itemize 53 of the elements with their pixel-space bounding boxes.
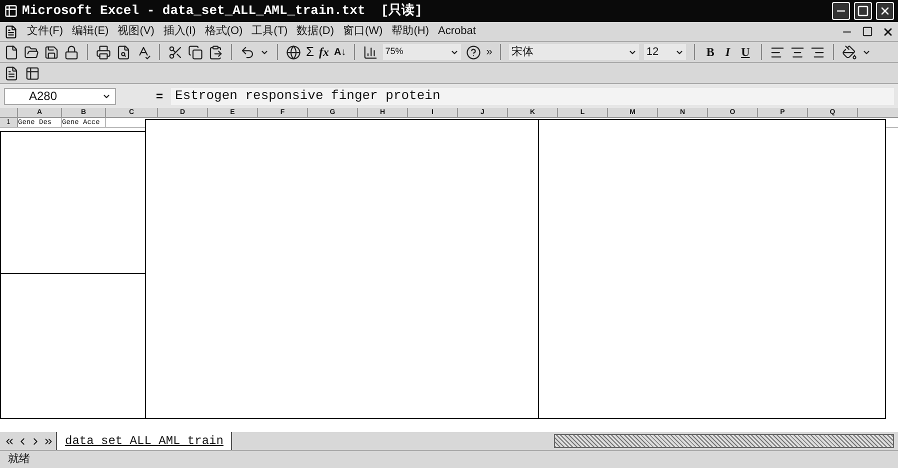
fill-color-icon[interactable] xyxy=(842,44,857,60)
sheet-tab[interactable]: data set ALL AML train xyxy=(56,432,232,450)
menu-item[interactable]: 帮助(H) xyxy=(392,23,429,40)
spreadsheet-icon xyxy=(4,4,18,18)
function-button[interactable]: fx xyxy=(319,43,330,61)
window-title: Microsoft Excel - data_set_ALL_AML_train.txt [只读] xyxy=(22,2,422,20)
document-icon[interactable] xyxy=(4,24,18,38)
printer-icon[interactable] xyxy=(96,44,111,60)
help-icon[interactable] xyxy=(466,44,482,60)
maximize-icon[interactable] xyxy=(857,5,869,17)
more-button[interactable]: » xyxy=(486,44,492,60)
menu-item[interactable]: 编辑(E) xyxy=(72,23,109,40)
folder-icon[interactable] xyxy=(24,44,39,60)
menu-item[interactable]: 插入(I) xyxy=(163,23,196,40)
last-sheet-icon[interactable] xyxy=(43,436,54,446)
horizontal-scrollbar[interactable] xyxy=(554,434,894,448)
restore-icon[interactable] xyxy=(862,26,873,37)
menu-item[interactable]: 工具(T) xyxy=(252,23,288,40)
undo-icon[interactable] xyxy=(240,44,255,60)
chart-icon[interactable] xyxy=(363,44,378,60)
print-preview-icon[interactable] xyxy=(116,44,131,60)
paste-icon[interactable] xyxy=(208,44,223,60)
underline-button[interactable]: U xyxy=(738,43,753,61)
menu-item[interactable]: 数据(D) xyxy=(296,23,334,40)
align-right-icon[interactable] xyxy=(810,44,825,60)
status-text: 就绪 xyxy=(8,452,30,468)
close-icon[interactable] xyxy=(882,26,894,38)
align-center-icon[interactable] xyxy=(790,44,805,60)
menu-item[interactable]: 窗口(W) xyxy=(343,23,383,40)
zoom-dropdown[interactable]: 75% xyxy=(383,44,462,60)
align-left-icon[interactable] xyxy=(770,44,785,60)
formula-field[interactable]: Estrogen responsive finger protein xyxy=(171,88,894,104)
name-box[interactable]: A280 xyxy=(4,88,116,104)
font-size-dropdown[interactable]: 12 xyxy=(644,44,686,60)
menu-item[interactable]: 文件(F) xyxy=(27,23,64,40)
cut-icon[interactable] xyxy=(168,44,183,60)
menu-item[interactable]: Acrobat xyxy=(438,23,476,40)
spelling-icon[interactable] xyxy=(136,44,151,60)
close-icon[interactable] xyxy=(879,5,891,17)
save-icon[interactable] xyxy=(44,44,59,60)
first-sheet-icon[interactable] xyxy=(4,436,15,446)
equals-sign: = xyxy=(156,88,164,105)
menu-item[interactable]: 视图(V) xyxy=(118,23,154,40)
bold-button[interactable]: B xyxy=(703,43,718,61)
globe-icon[interactable] xyxy=(286,44,301,60)
copy-icon[interactable] xyxy=(188,44,203,60)
autosum-button[interactable]: Σ xyxy=(306,42,314,62)
sort-button[interactable]: A↓ xyxy=(334,44,346,60)
font-dropdown[interactable]: 宋体 xyxy=(509,44,640,60)
new-file-icon[interactable] xyxy=(4,44,19,60)
italic-button[interactable]: I xyxy=(722,43,734,61)
menu-item[interactable]: 格式(O) xyxy=(204,23,243,40)
lock-icon[interactable] xyxy=(64,44,79,60)
